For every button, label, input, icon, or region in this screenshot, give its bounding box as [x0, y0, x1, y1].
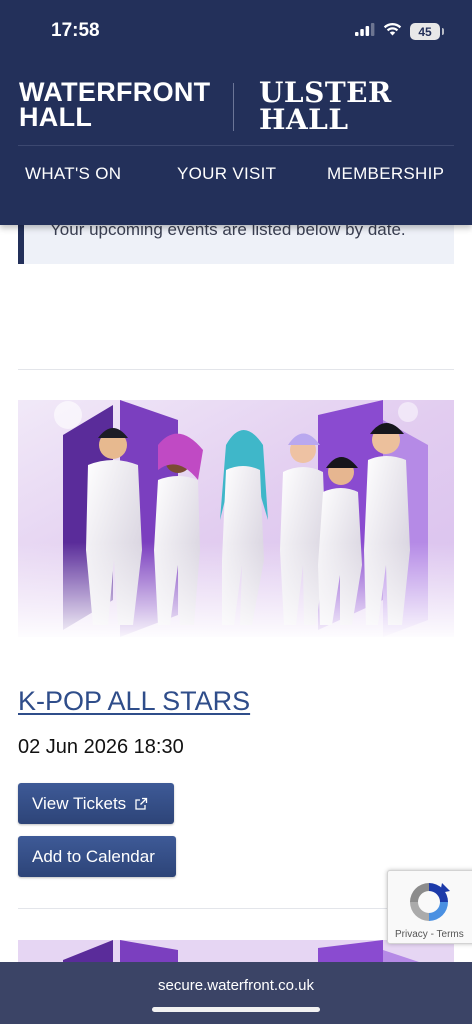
recaptcha-terms-link[interactable]: Terms — [437, 929, 464, 940]
recaptcha-privacy-link[interactable]: Privacy — [395, 929, 428, 940]
logo-line: ULSTER — [259, 76, 392, 109]
logo-separator — [233, 83, 234, 131]
add-to-calendar-button[interactable]: Add to Calendar — [18, 836, 176, 877]
event-datetime: 02 Jun 2026 18:30 — [18, 736, 184, 758]
recaptcha-icon — [406, 879, 452, 930]
view-tickets-label: View Tickets — [32, 793, 127, 813]
recaptcha-badge[interactable]: Privacy - Terms — [387, 870, 472, 944]
k-pop-group-image — [18, 400, 454, 637]
logo-line: HALL — [19, 102, 93, 132]
waterfront-hall-logo[interactable]: WATERFRONT HALL — [19, 79, 210, 132]
nav-whats-on[interactable]: WHAT'S ON — [25, 164, 121, 184]
status-icons: 45 — [355, 22, 444, 41]
logo-line: HALL — [259, 103, 349, 136]
site-header: 17:58 45 WATERFRONT HALL ULSTER HALL WHA… — [0, 0, 472, 225]
external-link-icon — [134, 797, 148, 811]
add-to-calendar-label: Add to Calendar — [32, 846, 155, 866]
header-divider — [18, 145, 454, 146]
divider — [18, 369, 454, 370]
recaptcha-separator: - — [427, 929, 437, 940]
page: Your upcoming events are listed below by… — [0, 0, 472, 1024]
status-time: 17:58 — [51, 20, 100, 41]
wifi-icon — [383, 22, 402, 41]
nav-your-visit[interactable]: YOUR VISIT — [177, 164, 276, 184]
event-title-link[interactable]: K-POP ALL STARS — [18, 686, 250, 717]
battery-level: 45 — [418, 24, 432, 39]
view-tickets-button[interactable]: View Tickets — [18, 783, 174, 824]
battery-icon: 45 — [410, 23, 444, 40]
home-indicator[interactable] — [152, 1007, 320, 1012]
recaptcha-links: Privacy - Terms — [395, 929, 464, 940]
ulster-hall-logo[interactable]: ULSTER HALL — [259, 76, 392, 136]
browser-url-bar[interactable]: secure.waterfront.co.uk — [0, 962, 472, 1024]
url-text[interactable]: secure.waterfront.co.uk — [0, 977, 472, 994]
event-image[interactable] — [18, 400, 454, 637]
cellular-signal-icon — [355, 22, 375, 41]
nav-membership[interactable]: MEMBERSHIP — [327, 164, 444, 184]
